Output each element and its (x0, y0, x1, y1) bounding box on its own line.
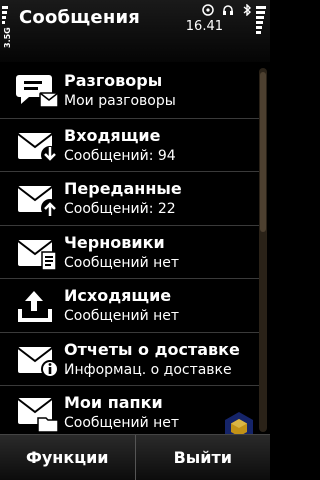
my-folders-icon (17, 398, 59, 432)
item-title: Входящие (64, 125, 161, 145)
list-item-sent[interactable]: Переданные Сообщений: 22 (0, 171, 262, 225)
item-title: Черновики (64, 232, 165, 252)
item-title: Исходящие (64, 286, 172, 305)
clock: 16.41 (185, 19, 223, 34)
delivery-reports-icon (17, 346, 59, 378)
battery-icon (256, 6, 266, 50)
outbox-icon (18, 291, 52, 322)
item-subtitle: Сообщений: 22 (64, 201, 176, 217)
inbox-icon (17, 132, 59, 164)
item-title: Разговоры (64, 71, 163, 90)
list-item-drafts[interactable]: Черновики Сообщений нет (0, 224, 262, 279)
page-title: Сообщения (19, 7, 141, 28)
item-title: Мои папки (64, 393, 163, 412)
bluetooth-icon (243, 4, 252, 16)
scrollbar[interactable] (259, 68, 267, 432)
item-title: Отчеты о доставке (64, 339, 240, 359)
headset-icon (223, 5, 233, 15)
notification-icon (202, 4, 214, 16)
list-item-delivery-reports[interactable]: Отчеты о доставке Информац. о доставке (0, 331, 262, 386)
item-subtitle: Сообщений нет (64, 415, 180, 431)
item-subtitle: Информац. о доставке (64, 361, 232, 378)
item-subtitle: Сообщений нет (64, 254, 180, 271)
list-item-inbox[interactable]: Входящие Сообщений: 94 (0, 117, 262, 172)
conversations-icon (16, 75, 59, 108)
item-subtitle: Сообщений: 94 (64, 147, 176, 164)
item-subtitle: Мои разговоры (64, 93, 176, 109)
scrollbar-thumb[interactable] (260, 72, 266, 232)
drafts-icon (17, 239, 57, 271)
status-bar: 3.5G Сообщения 16.41 (0, 0, 270, 62)
network-type-label: 3.5G (3, 27, 12, 48)
item-title: Переданные (64, 179, 182, 198)
list-item-outbox[interactable]: Исходящие Сообщений нет (0, 278, 262, 332)
options-softkey[interactable]: Функции (0, 435, 135, 480)
sent-icon (17, 186, 59, 217)
folder-list: Разговоры Мои разговоры Входящие Сообщен… (0, 64, 262, 439)
item-subtitle: Сообщений нет (64, 308, 180, 324)
list-item-conversations[interactable]: Разговоры Мои разговоры (0, 64, 262, 118)
exit-softkey[interactable]: Выйти (134, 435, 271, 480)
softkey-bar: Функции Выйти (0, 434, 270, 480)
